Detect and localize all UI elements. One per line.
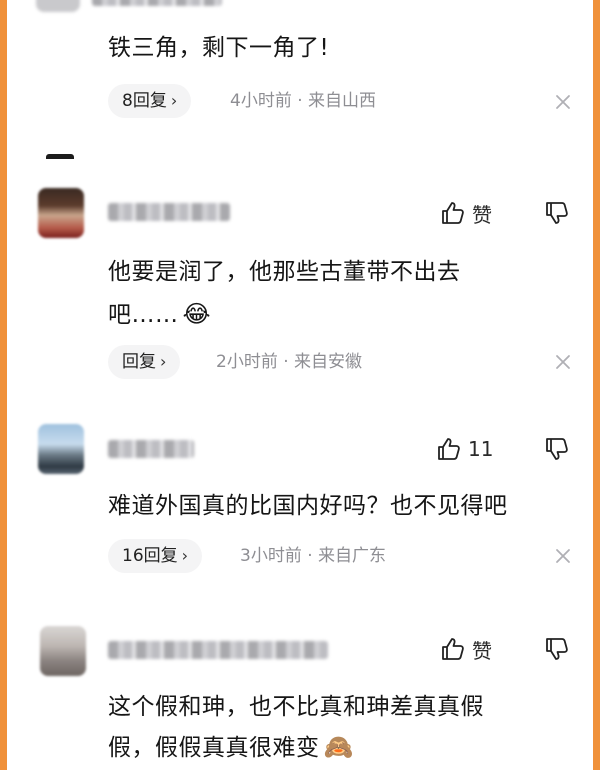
like-label: 赞 bbox=[472, 202, 492, 227]
cutoff-avatar bbox=[36, 0, 80, 12]
see-no-evil-monkey-emoji: 🙈 bbox=[323, 733, 354, 761]
close-icon[interactable] bbox=[554, 93, 572, 111]
chevron-right-icon: › bbox=[181, 546, 189, 565]
thumbs-up-icon bbox=[438, 438, 460, 460]
thumbs-down-icon[interactable] bbox=[544, 636, 570, 662]
comment-text: 他要是润了，他那些古董带不出去 吧…… 😂 bbox=[108, 251, 461, 336]
comment-line: 铁三角，剩下一角了! bbox=[108, 35, 330, 61]
comment-text: 铁三角，剩下一角了! bbox=[108, 30, 329, 66]
like-button[interactable]: 赞 bbox=[440, 634, 492, 664]
thumbs-down-icon[interactable] bbox=[544, 200, 570, 226]
chevron-right-icon: › bbox=[160, 352, 167, 371]
thumbs-up-icon bbox=[442, 638, 464, 660]
like-count: 11 bbox=[468, 437, 494, 461]
reply-button[interactable]: 回复 › bbox=[108, 345, 181, 379]
chevron-right-icon: › bbox=[170, 91, 178, 110]
close-icon[interactable] bbox=[554, 547, 572, 565]
cutoff-username bbox=[92, 0, 222, 6]
comment-meta: 2小时前 · 来自安徽 bbox=[216, 352, 363, 372]
username[interactable] bbox=[108, 440, 194, 458]
comment-meta: 3小时前 · 来自广东 bbox=[240, 546, 387, 566]
reply-count-label: 8回复 bbox=[122, 91, 167, 111]
avatar[interactable] bbox=[38, 424, 84, 474]
comment-line: 吧…… bbox=[108, 302, 179, 328]
laughing-crying-emoji: 😂 bbox=[182, 300, 212, 328]
username[interactable] bbox=[108, 641, 328, 659]
like-button[interactable]: 11 bbox=[436, 434, 493, 464]
divider-mark bbox=[46, 154, 74, 159]
comment-line-with-emoji: 假，假假真真很难变 🙈 bbox=[108, 727, 484, 768]
reply-count-label: 16回复 bbox=[122, 546, 178, 566]
reply-label: 回复 bbox=[122, 352, 156, 372]
avatar[interactable] bbox=[40, 626, 86, 676]
comment-line: 他要是润了，他那些古董带不出去 bbox=[108, 259, 461, 285]
comment-text: 这个假和珅，也不比真和珅差真真假 假，假假真真很难变 🙈 bbox=[108, 687, 484, 768]
comment-line: 这个假和珅，也不比真和珅差真真假 bbox=[108, 694, 484, 720]
avatar[interactable] bbox=[38, 188, 84, 238]
comment-line: 假，假假真真很难变 bbox=[108, 735, 320, 761]
reply-count-button[interactable]: 8回复 › bbox=[108, 84, 192, 118]
thumbs-down-icon[interactable] bbox=[544, 436, 570, 462]
comment-line: 难道外国真的比国内好吗？也不见得吧 bbox=[108, 493, 508, 519]
comment-text: 难道外国真的比国内好吗？也不见得吧 bbox=[108, 488, 508, 524]
like-button[interactable]: 赞 bbox=[440, 198, 492, 228]
username[interactable] bbox=[108, 203, 230, 221]
comment-line-with-emoji: 吧…… 😂 bbox=[108, 293, 461, 336]
close-icon[interactable] bbox=[554, 353, 572, 371]
thumbs-up-icon bbox=[442, 202, 464, 224]
like-label: 赞 bbox=[472, 638, 492, 663]
reply-count-button[interactable]: 16回复 › bbox=[108, 539, 203, 573]
comment-meta: 4小时前 · 来自山西 bbox=[230, 91, 377, 111]
